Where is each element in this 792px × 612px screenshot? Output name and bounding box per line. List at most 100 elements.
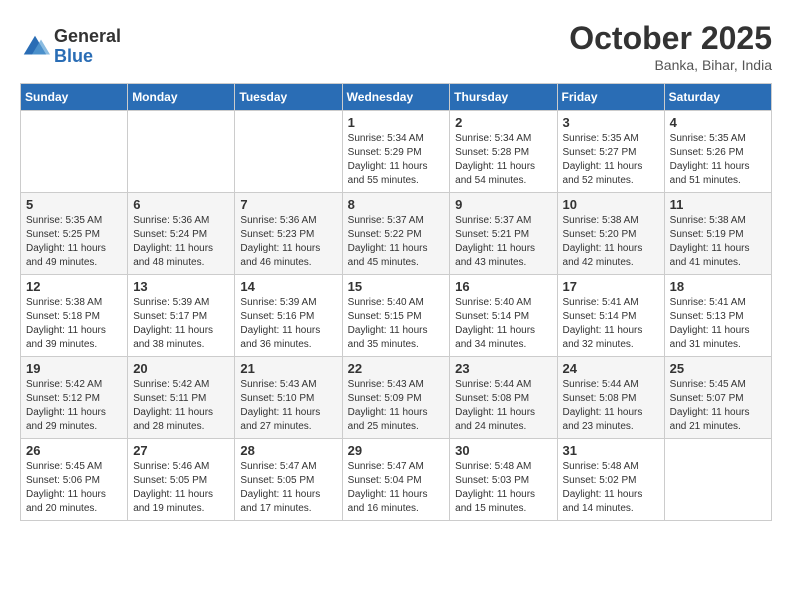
calendar-cell bbox=[235, 111, 342, 193]
day-info: Sunrise: 5:38 AM Sunset: 5:18 PM Dayligh… bbox=[26, 296, 122, 352]
day-info: Sunrise: 5:38 AM Sunset: 5:19 PM Dayligh… bbox=[670, 214, 766, 270]
calendar-week-1: 1Sunrise: 5:34 AM Sunset: 5:29 PM Daylig… bbox=[21, 111, 772, 193]
logo-general: General bbox=[54, 27, 121, 47]
weekday-header-friday: Friday bbox=[557, 84, 664, 111]
month-title: October 2025 bbox=[569, 20, 772, 57]
calendar-cell: 6 Sunrise: 5:36 AM Sunset: 5:24 PM Daylig… bbox=[128, 193, 235, 275]
day-number: 14 bbox=[240, 279, 336, 294]
day-number: 15 bbox=[348, 279, 445, 294]
day-number: 16 bbox=[455, 279, 551, 294]
day-info: Sunrise: 5:36 AM Sunset: 5:23 PM Dayligh… bbox=[240, 214, 336, 270]
calendar-cell: 19 Sunrise: 5:42 AM Sunset: 5:12 PM Dayli… bbox=[21, 357, 128, 439]
day-info: Sunrise: 5:40 AM Sunset: 5:14 PM Dayligh… bbox=[455, 296, 551, 352]
calendar-cell: 8Sunrise: 5:37 AM Sunset: 5:22 PM Daylig… bbox=[342, 193, 450, 275]
calendar-cell: 25 Sunrise: 5:45 AM Sunset: 5:07 PM Dayli… bbox=[664, 357, 771, 439]
day-number: 1 bbox=[348, 115, 445, 130]
calendar-table: SundayMondayTuesdayWednesdayThursdayFrid… bbox=[20, 83, 772, 521]
calendar-cell bbox=[128, 111, 235, 193]
calendar-week-4: 19 Sunrise: 5:42 AM Sunset: 5:12 PM Dayli… bbox=[21, 357, 772, 439]
day-info: Sunrise: 5:44 AM Sunset: 5:08 PM Dayligh… bbox=[455, 378, 551, 434]
calendar-cell: 10Sunrise: 5:38 AM Sunset: 5:20 PM Dayli… bbox=[557, 193, 664, 275]
calendar-cell: 28 Sunrise: 5:47 AM Sunset: 5:05 PM Dayli… bbox=[235, 439, 342, 521]
calendar-cell: 13 Sunrise: 5:39 AM Sunset: 5:17 PM Dayli… bbox=[128, 275, 235, 357]
calendar-cell: 26 Sunrise: 5:45 AM Sunset: 5:06 PM Dayli… bbox=[21, 439, 128, 521]
day-info: Sunrise: 5:42 AM Sunset: 5:12 PM Dayligh… bbox=[26, 378, 122, 434]
calendar-cell: 5Sunrise: 5:35 AM Sunset: 5:25 PM Daylig… bbox=[21, 193, 128, 275]
day-info: Sunrise: 5:41 AM Sunset: 5:13 PM Dayligh… bbox=[670, 296, 766, 352]
weekday-header-monday: Monday bbox=[128, 84, 235, 111]
day-number: 26 bbox=[26, 443, 122, 458]
calendar-cell: 30Sunrise: 5:48 AM Sunset: 5:03 PM Dayli… bbox=[450, 439, 557, 521]
day-info: Sunrise: 5:43 AM Sunset: 5:10 PM Dayligh… bbox=[240, 378, 336, 434]
day-number: 6 bbox=[133, 197, 229, 212]
calendar-cell: 4 Sunrise: 5:35 AM Sunset: 5:26 PM Daylig… bbox=[664, 111, 771, 193]
day-info: Sunrise: 5:45 AM Sunset: 5:06 PM Dayligh… bbox=[26, 460, 122, 516]
day-number: 18 bbox=[670, 279, 766, 294]
day-info: Sunrise: 5:35 AM Sunset: 5:25 PM Dayligh… bbox=[26, 214, 122, 270]
calendar-cell: 22 Sunrise: 5:43 AM Sunset: 5:09 PM Dayli… bbox=[342, 357, 450, 439]
title-block: October 2025 Banka, Bihar, India bbox=[569, 20, 772, 73]
day-number: 13 bbox=[133, 279, 229, 294]
day-number: 23 bbox=[455, 361, 551, 376]
calendar-cell: 29Sunrise: 5:47 AM Sunset: 5:04 PM Dayli… bbox=[342, 439, 450, 521]
day-number: 20 bbox=[133, 361, 229, 376]
day-number: 22 bbox=[348, 361, 445, 376]
calendar-cell: 23 Sunrise: 5:44 AM Sunset: 5:08 PM Dayli… bbox=[450, 357, 557, 439]
day-info: Sunrise: 5:45 AM Sunset: 5:07 PM Dayligh… bbox=[670, 378, 766, 434]
page-header: General Blue October 2025 Banka, Bihar, … bbox=[20, 20, 772, 73]
day-info: Sunrise: 5:48 AM Sunset: 5:02 PM Dayligh… bbox=[563, 460, 659, 516]
day-number: 31 bbox=[563, 443, 659, 458]
weekday-header-saturday: Saturday bbox=[664, 84, 771, 111]
day-info: Sunrise: 5:37 AM Sunset: 5:21 PM Dayligh… bbox=[455, 214, 551, 270]
calendar-cell: 11Sunrise: 5:38 AM Sunset: 5:19 PM Dayli… bbox=[664, 193, 771, 275]
day-info: Sunrise: 5:46 AM Sunset: 5:05 PM Dayligh… bbox=[133, 460, 229, 516]
day-number: 19 bbox=[26, 361, 122, 376]
calendar-cell: 16 Sunrise: 5:40 AM Sunset: 5:14 PM Dayli… bbox=[450, 275, 557, 357]
calendar-cell: 31 Sunrise: 5:48 AM Sunset: 5:02 PM Dayli… bbox=[557, 439, 664, 521]
calendar-cell: 9 Sunrise: 5:37 AM Sunset: 5:21 PM Daylig… bbox=[450, 193, 557, 275]
day-info: Sunrise: 5:37 AM Sunset: 5:22 PM Dayligh… bbox=[348, 214, 445, 270]
day-number: 12 bbox=[26, 279, 122, 294]
weekday-header-wednesday: Wednesday bbox=[342, 84, 450, 111]
day-number: 10 bbox=[563, 197, 659, 212]
calendar-cell: 15 Sunrise: 5:40 AM Sunset: 5:15 PM Dayli… bbox=[342, 275, 450, 357]
calendar-cell: 27 Sunrise: 5:46 AM Sunset: 5:05 PM Dayli… bbox=[128, 439, 235, 521]
day-info: Sunrise: 5:44 AM Sunset: 5:08 PM Dayligh… bbox=[563, 378, 659, 434]
calendar-week-5: 26 Sunrise: 5:45 AM Sunset: 5:06 PM Dayli… bbox=[21, 439, 772, 521]
calendar-cell bbox=[21, 111, 128, 193]
calendar-cell: 1Sunrise: 5:34 AM Sunset: 5:29 PM Daylig… bbox=[342, 111, 450, 193]
logo-icon bbox=[20, 32, 50, 62]
day-info: Sunrise: 5:34 AM Sunset: 5:28 PM Dayligh… bbox=[455, 132, 551, 188]
calendar-cell: 18 Sunrise: 5:41 AM Sunset: 5:13 PM Dayli… bbox=[664, 275, 771, 357]
calendar-cell: 17 Sunrise: 5:41 AM Sunset: 5:14 PM Dayli… bbox=[557, 275, 664, 357]
day-info: Sunrise: 5:41 AM Sunset: 5:14 PM Dayligh… bbox=[563, 296, 659, 352]
day-number: 27 bbox=[133, 443, 229, 458]
day-number: 25 bbox=[670, 361, 766, 376]
calendar-week-2: 5Sunrise: 5:35 AM Sunset: 5:25 PM Daylig… bbox=[21, 193, 772, 275]
day-number: 9 bbox=[455, 197, 551, 212]
day-info: Sunrise: 5:36 AM Sunset: 5:24 PM Dayligh… bbox=[133, 214, 229, 270]
calendar-cell: 2 Sunrise: 5:34 AM Sunset: 5:28 PM Daylig… bbox=[450, 111, 557, 193]
calendar-cell: 12 Sunrise: 5:38 AM Sunset: 5:18 PM Dayli… bbox=[21, 275, 128, 357]
logo-text: General Blue bbox=[54, 27, 121, 67]
day-info: Sunrise: 5:40 AM Sunset: 5:15 PM Dayligh… bbox=[348, 296, 445, 352]
day-info: Sunrise: 5:35 AM Sunset: 5:26 PM Dayligh… bbox=[670, 132, 766, 188]
day-number: 4 bbox=[670, 115, 766, 130]
weekday-header-sunday: Sunday bbox=[21, 84, 128, 111]
day-info: Sunrise: 5:35 AM Sunset: 5:27 PM Dayligh… bbox=[563, 132, 659, 188]
day-number: 24 bbox=[563, 361, 659, 376]
calendar-cell: 21Sunrise: 5:43 AM Sunset: 5:10 PM Dayli… bbox=[235, 357, 342, 439]
day-info: Sunrise: 5:39 AM Sunset: 5:16 PM Dayligh… bbox=[240, 296, 336, 352]
weekday-header-tuesday: Tuesday bbox=[235, 84, 342, 111]
logo: General Blue bbox=[20, 27, 121, 67]
day-number: 29 bbox=[348, 443, 445, 458]
day-number: 2 bbox=[455, 115, 551, 130]
day-info: Sunrise: 5:39 AM Sunset: 5:17 PM Dayligh… bbox=[133, 296, 229, 352]
calendar-cell: 7Sunrise: 5:36 AM Sunset: 5:23 PM Daylig… bbox=[235, 193, 342, 275]
day-number: 17 bbox=[563, 279, 659, 294]
day-info: Sunrise: 5:42 AM Sunset: 5:11 PM Dayligh… bbox=[133, 378, 229, 434]
day-info: Sunrise: 5:47 AM Sunset: 5:05 PM Dayligh… bbox=[240, 460, 336, 516]
calendar-cell: 3Sunrise: 5:35 AM Sunset: 5:27 PM Daylig… bbox=[557, 111, 664, 193]
day-number: 28 bbox=[240, 443, 336, 458]
day-info: Sunrise: 5:43 AM Sunset: 5:09 PM Dayligh… bbox=[348, 378, 445, 434]
